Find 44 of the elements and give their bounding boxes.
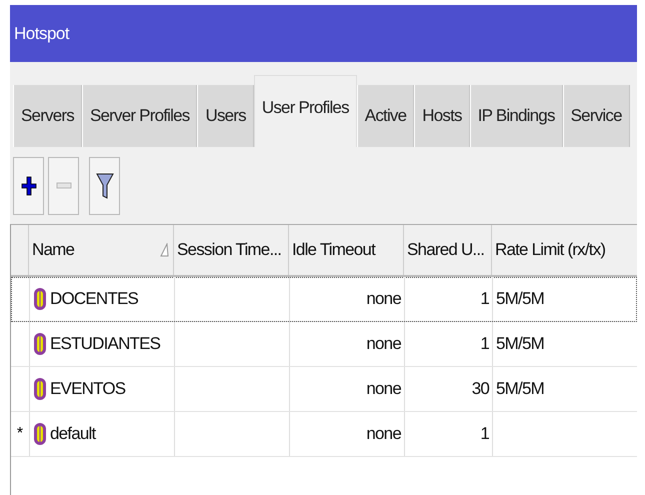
table-cell: 1 <box>480 289 489 309</box>
table-cell: 5M/5M <box>496 379 544 399</box>
tab[interactable]: Servers <box>13 85 82 147</box>
filter-button[interactable] <box>89 157 120 215</box>
tab[interactable]: Active <box>356 85 414 147</box>
window-title: Hotspot <box>14 24 70 44</box>
sort-icon <box>159 243 169 257</box>
table-row[interactable]: ESTUDIANTES none 1 5M/5M <box>11 322 637 367</box>
table-cell: none <box>366 289 401 309</box>
profile-icon <box>33 332 47 356</box>
table-cell: 1 <box>480 334 489 354</box>
column-header[interactable]: Rate Limit (rx/tx) <box>492 225 637 275</box>
table-cell: DOCENTES <box>50 289 138 309</box>
table-cell: 30 <box>472 379 489 399</box>
tab[interactable]: User Profiles <box>254 75 357 147</box>
table-row[interactable]: * default none 1 <box>11 412 637 457</box>
add-button[interactable] <box>13 157 44 215</box>
tab[interactable]: Hosts <box>414 85 470 147</box>
table-row[interactable]: EVENTOS none 30 5M/5M <box>11 367 637 412</box>
table-cell: none <box>366 379 401 399</box>
profile-icon <box>33 377 47 401</box>
table-row[interactable]: DOCENTES none 1 5M/5M <box>11 277 637 322</box>
table-cell: 1 <box>480 424 489 444</box>
table-cell: 5M/5M <box>496 334 544 354</box>
default-marker: * <box>16 425 24 443</box>
minus-icon <box>56 182 72 190</box>
column-header[interactable]: Shared U... <box>404 225 492 275</box>
profile-icon <box>33 287 47 311</box>
tab[interactable]: Users <box>197 85 254 147</box>
column-header[interactable]: Name <box>29 225 174 275</box>
table-cell: none <box>366 334 401 354</box>
table-cell: EVENTOS <box>50 379 126 399</box>
plus-icon <box>20 175 36 197</box>
tab[interactable]: Server Profiles <box>82 85 198 147</box>
tab[interactable]: IP Bindings <box>470 85 563 147</box>
table-cell: ESTUDIANTES <box>50 334 160 354</box>
table-cell: default <box>50 424 96 444</box>
profile-icon <box>33 422 47 446</box>
tab[interactable]: Service <box>562 85 630 147</box>
column-header[interactable]: Idle Timeout <box>289 225 404 275</box>
column-header[interactable]: Session Time... <box>174 225 289 275</box>
filter-icon <box>96 172 114 200</box>
table-cell: 5M/5M <box>496 289 544 309</box>
table-cell: none <box>366 424 401 444</box>
